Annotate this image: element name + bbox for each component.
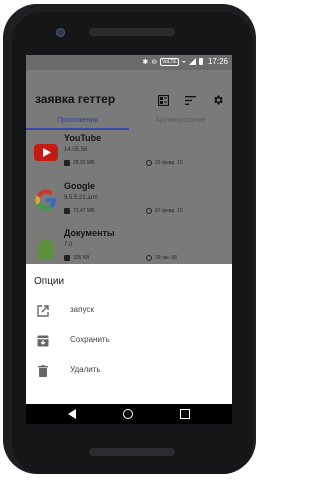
tab-bar: Приложения Архивирование xyxy=(26,114,232,130)
app-version: 7.0 xyxy=(64,242,73,248)
bluetooth-icon: ✱ xyxy=(142,58,149,66)
app-bar: заявка геттер xyxy=(26,70,232,114)
app-size: 326 KB xyxy=(64,255,89,261)
app-version: 9.5.5.21.arm xyxy=(64,195,98,201)
select-all-icon[interactable] xyxy=(158,94,169,106)
sort-icon[interactable] xyxy=(185,95,196,105)
status-time: 17:26 xyxy=(207,57,228,66)
app-date: 25 февр. 19 xyxy=(146,160,183,166)
sheet-title: Опции xyxy=(34,276,65,287)
appbar-actions xyxy=(158,94,224,106)
option-launch[interactable]: запуск xyxy=(26,296,232,326)
option-label: Сохранить xyxy=(70,335,110,344)
save-icon xyxy=(37,335,49,347)
back-icon[interactable] xyxy=(68,409,76,419)
clock-icon xyxy=(146,208,152,214)
storage-icon xyxy=(64,255,70,261)
list-item[interactable]: Google 9.5.5.21.arm 72,47 MB 07 февр. 19 xyxy=(26,178,232,226)
dnd-icon: ⊖ xyxy=(151,58,158,66)
option-label: Удалить xyxy=(70,365,101,374)
app-date: 29 авг. 08 xyxy=(146,255,177,261)
app-size-value: 28,92 MB xyxy=(73,160,95,166)
options-bottom-sheet: Опции запуск Сохранить Удалить xyxy=(26,264,232,404)
system-nav-bar xyxy=(26,404,232,424)
option-label: запуск xyxy=(70,305,94,314)
wifi-icon: ◒ xyxy=(181,58,186,65)
top-speaker xyxy=(89,28,175,36)
google-icon xyxy=(35,189,56,211)
android-icon xyxy=(38,236,54,259)
signal-icon xyxy=(188,58,196,65)
app-name: YouTube xyxy=(64,133,102,143)
screen: ✱ ⊖ VoLTE ◒ 17:26 заявка геттер Приложен… xyxy=(26,55,232,424)
app-date-value: 25 февр. 19 xyxy=(155,160,183,166)
front-camera xyxy=(56,28,65,37)
volte-badge: VoLTE xyxy=(160,57,179,66)
app-size: 28,92 MB xyxy=(64,160,94,166)
app-list: YouTube 14.05.56 28,92 MB 25 февр. 19 Go… xyxy=(26,130,232,264)
settings-gear-icon[interactable] xyxy=(212,94,224,106)
youtube-icon xyxy=(34,144,58,161)
status-bar: ✱ ⊖ VoLTE ◒ 17:26 xyxy=(26,55,232,70)
status-icons: ✱ ⊖ VoLTE ◒ 17:26 xyxy=(142,57,228,66)
app-size-value: 326 KB xyxy=(73,255,90,261)
recents-icon[interactable] xyxy=(180,409,190,419)
clock-icon xyxy=(146,255,152,261)
app-size: 72,47 MB xyxy=(64,208,94,214)
option-delete[interactable]: Удалить xyxy=(26,356,232,386)
app-date: 07 февр. 19 xyxy=(146,208,183,214)
storage-icon xyxy=(64,208,70,214)
tab-archiving[interactable]: Архивирование xyxy=(129,114,232,130)
app-date-value: 07 февр. 19 xyxy=(155,208,183,214)
storage-icon xyxy=(64,160,70,166)
launch-icon xyxy=(37,305,49,317)
app-size-value: 72,47 MB xyxy=(73,208,95,214)
app-date-value: 29 авг. 08 xyxy=(155,255,177,261)
app-title: заявка геттер xyxy=(35,92,116,106)
battery-icon xyxy=(198,58,203,65)
list-item[interactable]: YouTube 14.05.56 28,92 MB 25 февр. 19 xyxy=(26,130,232,178)
home-icon[interactable] xyxy=(123,409,133,419)
delete-icon xyxy=(38,365,48,377)
clock-icon xyxy=(146,160,152,166)
app-name: Google xyxy=(64,181,95,191)
bottom-speaker xyxy=(89,448,175,456)
app-name: Документы xyxy=(64,228,115,238)
option-save[interactable]: Сохранить xyxy=(26,326,232,356)
app-version: 14.05.56 xyxy=(64,147,88,153)
